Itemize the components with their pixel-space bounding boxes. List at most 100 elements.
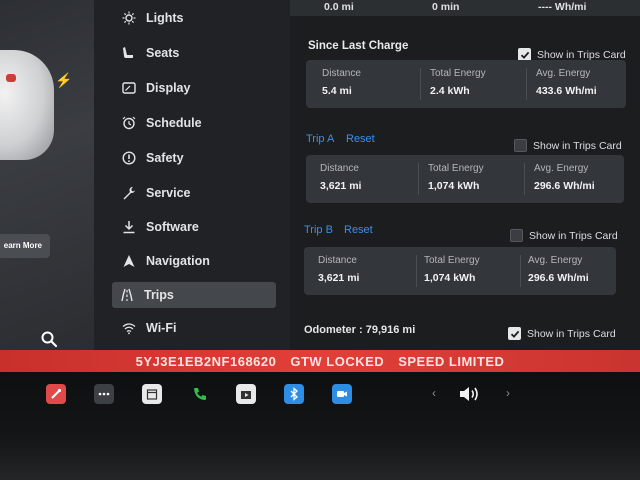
menu-item-schedule[interactable]: Schedule [114,110,276,136]
divider [420,68,421,100]
menu-label-safety: Safety [146,151,184,165]
display-icon [122,82,136,94]
menu-label-schedule: Schedule [146,116,202,130]
avg-energy-value: 296.6 Wh/mi [528,272,589,284]
distance-value: 5.4 mi [322,85,352,97]
avg-energy-value: 433.6 Wh/mi [536,85,597,97]
menu-item-display[interactable]: Display [114,75,276,101]
current-time-value: 0 min [432,1,460,13]
trip-b-card: Distance 3,621 mi Total Energy 1,074 kWh… [304,247,616,295]
vin-text: 5YJ3E1EB2NF168620 [135,353,277,369]
menu-label-software: Software [146,220,199,234]
app-dock: ‹ › [0,372,640,480]
navigation-arrow-icon [123,255,135,267]
check-icon [510,330,519,338]
wrench-icon [123,187,135,200]
speed-status: SPEED LIMITED [398,353,505,369]
current-trip-card-partial: 0.0 mi 0 min ---- Wh/mi [290,0,640,16]
avg-energy-label: Avg. Energy [528,255,583,266]
distance-label: Distance [318,255,357,266]
checkbox-label: Show in Trips Card [529,229,618,242]
avg-energy-value: 296.6 Wh/mi [534,180,595,192]
safety-icon [122,151,136,165]
odometer-show-toggle[interactable]: Show in Trips Card [508,327,616,340]
avg-energy-label: Avg. Energy [536,68,591,79]
total-energy-value: 1,074 kWh [424,272,476,284]
camera-icon[interactable] [332,384,352,404]
since-last-charge-title: Since Last Charge [308,40,409,52]
vehicle-status-bar: 5YJ3E1EB2NF168620 GTW LOCKED SPEED LIMIT… [0,350,640,372]
download-icon [123,221,135,234]
menu-label-seats: Seats [146,46,180,60]
checkbox-unchecked[interactable] [510,229,523,242]
trip-a-show-toggle[interactable]: Show in Trips Card [514,139,622,152]
settings-menu: Lights Seats Display Schedule Safety Ser… [94,0,290,358]
trip-b-label: Trip B [304,224,333,236]
trip-b-reset-button[interactable]: Reset [344,224,373,236]
trip-a-card: Distance 3,621 mi Total Energy 1,074 kWh… [306,155,624,203]
distance-value: 3,621 mi [318,272,360,284]
divider [520,255,521,287]
checkbox-unchecked[interactable] [514,139,527,152]
distance-label: Distance [320,163,359,174]
divider [418,163,419,195]
since-last-charge-card: Distance 5.4 mi Total Energy 2.4 kWh Avg… [306,60,626,108]
menu-item-trips[interactable]: Trips [112,282,276,308]
distance-label: Distance [322,68,361,79]
car-image [0,50,54,160]
distance-value: 3,621 mi [320,180,362,192]
media-icon[interactable] [236,384,256,404]
menu-item-safety[interactable]: Safety [114,145,276,171]
menu-label-display: Display [146,81,191,95]
learn-more-button[interactable]: earn More [0,234,50,258]
menu-item-wifi[interactable]: Wi-Fi [114,315,276,341]
phone-icon[interactable] [190,384,210,404]
current-distance-value: 0.0 mi [324,1,354,13]
menu-item-lights[interactable]: Lights [114,5,276,31]
total-energy-value: 1,074 kWh [428,180,480,192]
volume-up-button[interactable]: › [506,386,510,400]
avg-energy-label: Avg. Energy [534,163,589,174]
gateway-status: GTW LOCKED [290,353,385,369]
ellipsis-icon[interactable] [94,384,114,404]
seat-icon [123,47,133,58]
checkbox-checked[interactable] [508,327,521,340]
menu-label-wifi: Wi-Fi [146,321,177,335]
trip-a-reset-button[interactable]: Reset [346,133,375,145]
volume-down-button[interactable]: ‹ [432,386,436,400]
charging-bolt-icon: ⚡ [55,72,73,88]
menu-item-seats[interactable]: Seats [114,40,276,66]
menu-label-lights: Lights [146,11,184,25]
trips-icon [121,288,133,302]
alarm-clock-icon [122,116,136,130]
search-icon[interactable] [40,330,58,348]
menu-item-service[interactable]: Service [114,180,276,206]
divider [526,68,527,100]
toybox-icon[interactable] [46,384,66,404]
divider [524,163,525,195]
menu-item-software[interactable]: Software [114,214,276,240]
checkbox-label: Show in Trips Card [533,139,622,152]
menu-label-service: Service [146,186,191,200]
current-energy-value: ---- Wh/mi [538,1,587,13]
checkbox-label: Show in Trips Card [527,327,616,340]
volume-icon[interactable] [458,384,482,404]
bluetooth-icon[interactable] [284,384,304,404]
checkbox-label: Show in Trips Card [537,48,626,61]
trip-b-show-toggle[interactable]: Show in Trips Card [510,229,618,242]
divider [416,255,417,287]
menu-label-navigation: Navigation [146,254,210,268]
trip-a-label: Trip A [306,133,335,145]
check-icon [520,51,529,59]
calendar-icon[interactable] [142,384,162,404]
menu-item-navigation[interactable]: Navigation [114,248,276,274]
odometer-readout: Odometer : 79,916 mi [304,324,416,336]
trips-panel: 0.0 mi 0 min ---- Wh/mi Since Last Charg… [290,0,640,358]
lights-icon [122,11,136,25]
car-view-panel[interactable]: ⚡ earn More [0,0,94,358]
menu-label-trips: Trips [144,288,174,302]
wifi-icon [122,323,136,335]
total-energy-label: Total Energy [428,163,484,174]
total-energy-value: 2.4 kWh [430,85,470,97]
total-energy-label: Total Energy [430,68,486,79]
